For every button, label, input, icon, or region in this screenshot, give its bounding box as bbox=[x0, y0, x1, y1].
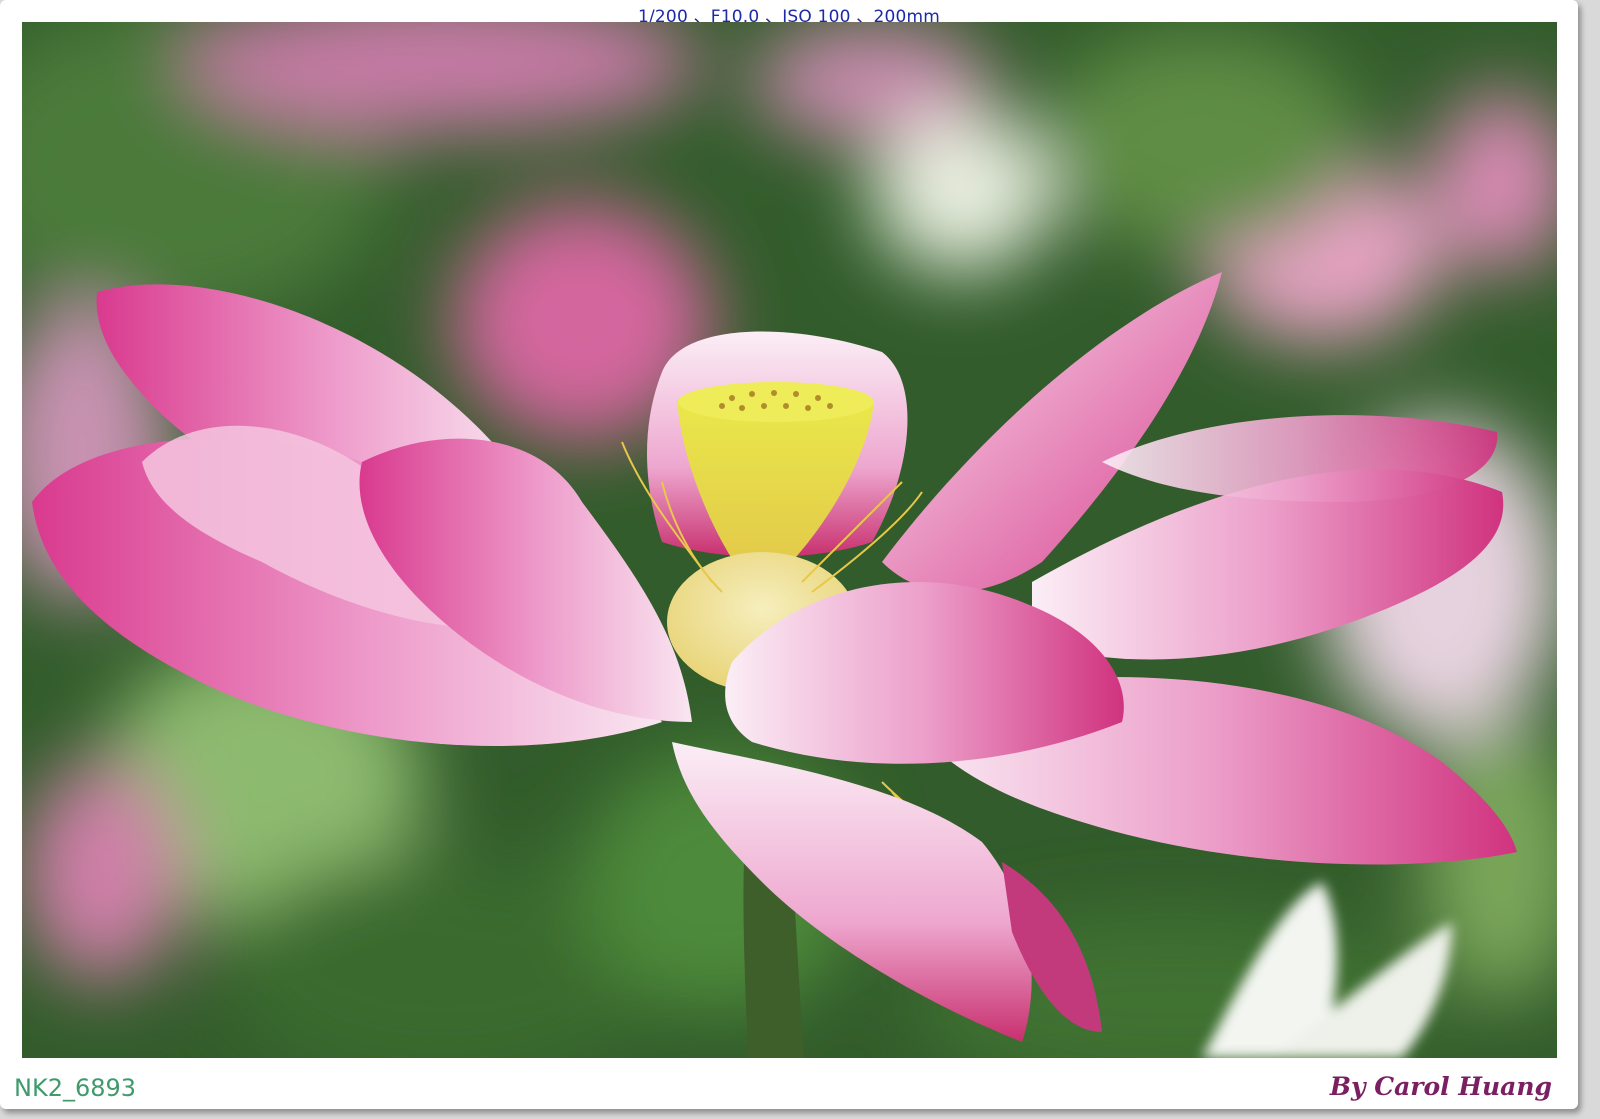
file-id-label: NK2_6893 bbox=[14, 1074, 137, 1102]
photo-frame: 1/200 、F10.0 、ISO 100 、200mm NK2_6893 By… bbox=[0, 0, 1578, 1109]
lotus-photo bbox=[22, 22, 1557, 1058]
photographer-credit: By Carol Huang bbox=[1329, 1072, 1552, 1101]
seedpod-top bbox=[678, 382, 874, 422]
lotus-illustration bbox=[22, 22, 1557, 1058]
